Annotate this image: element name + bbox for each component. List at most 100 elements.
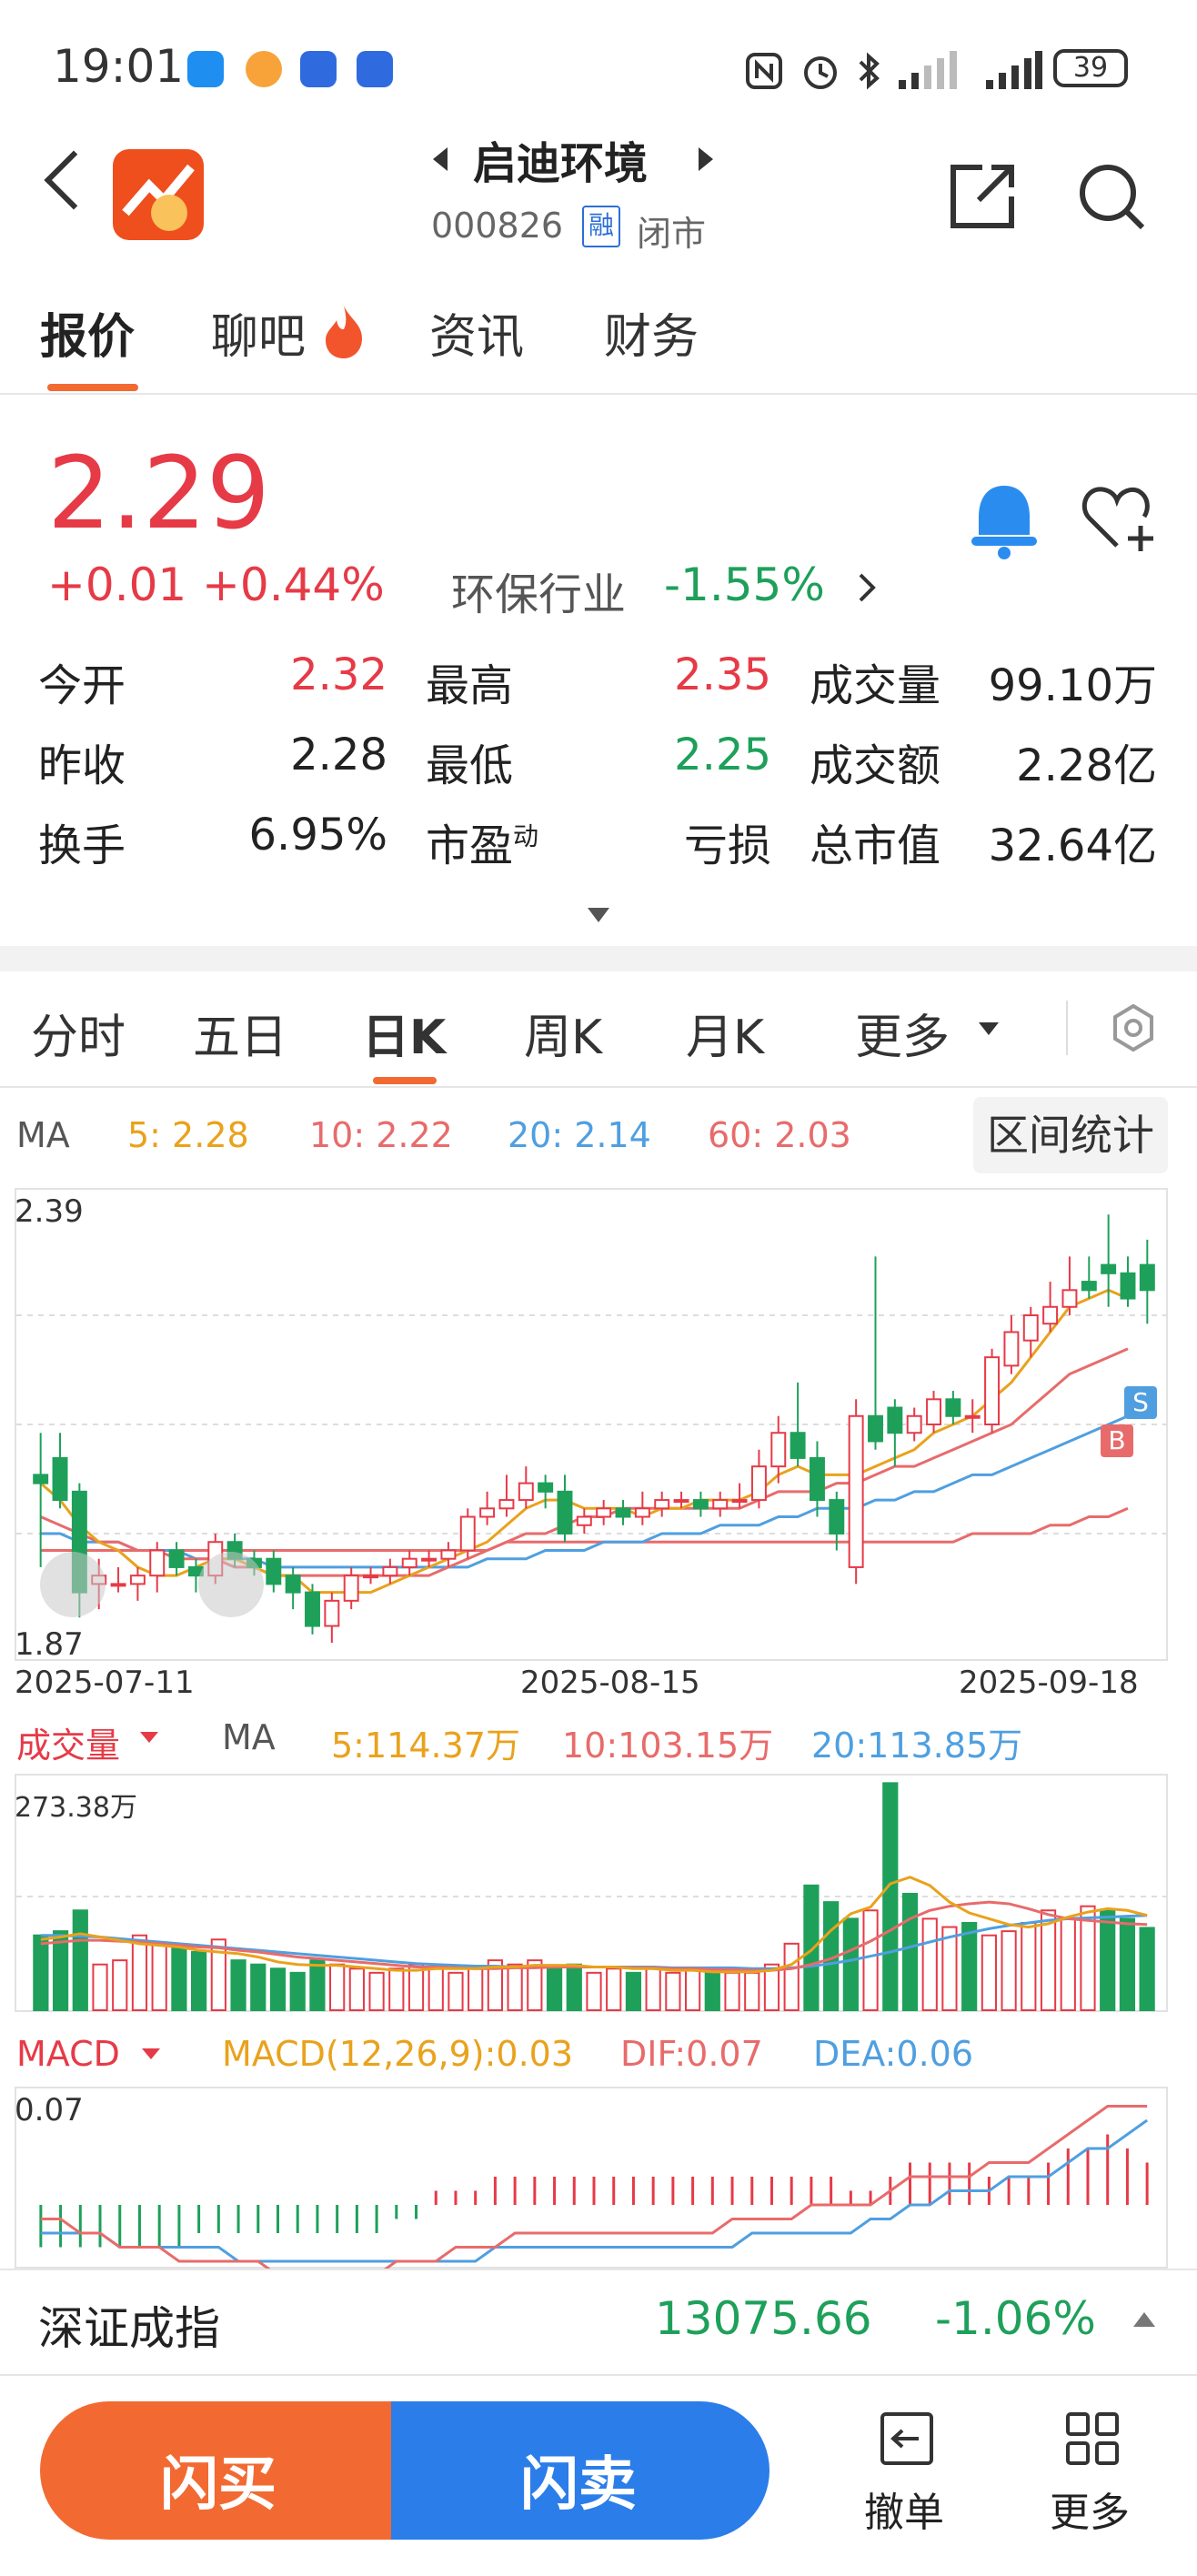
- tab-news[interactable]: 资讯: [429, 298, 524, 367]
- candle-body: [829, 1499, 845, 1535]
- index-bar[interactable]: 深证成指 13075.66 -1.06%: [0, 2269, 1197, 2376]
- expand-arrow-icon[interactable]: [586, 906, 611, 924]
- chart-tab-divider: [0, 1086, 1197, 1088]
- alert-bell-icon[interactable]: [966, 480, 1042, 560]
- app-notification-icon: [246, 51, 282, 87]
- chart-tab-weekly[interactable]: 周K: [524, 999, 602, 1067]
- volume-bar: [1139, 1927, 1155, 2011]
- pe-label-text: 市盈: [426, 820, 514, 871]
- fire-icon: [326, 306, 362, 358]
- volume-ma5: 5:114.37万: [331, 1726, 520, 1766]
- volume-value: 99.10万: [988, 660, 1157, 711]
- back-icon[interactable]: [44, 150, 104, 210]
- nfc-icon: [746, 53, 782, 89]
- chart-settings-icon[interactable]: [1108, 1002, 1159, 1053]
- stock-name: 启迪环境: [473, 138, 649, 189]
- volume-bar: [151, 1942, 167, 2011]
- cancel-order-label[interactable]: 撤单: [864, 2480, 944, 2538]
- prev-close-label: 昨收: [38, 740, 126, 791]
- candle-body: [848, 1414, 864, 1568]
- chart-scroll-right-button[interactable]: [198, 1552, 264, 1617]
- browser-icon: [300, 51, 337, 87]
- tab-finance[interactable]: 财务: [604, 298, 699, 367]
- signal-icon-1: [899, 51, 957, 89]
- market-cap-value: 32.64亿: [988, 820, 1157, 871]
- volume-bar: [961, 1921, 978, 2012]
- vol-ma10-line: [40, 1900, 1148, 1972]
- prev-close-value: 2.28: [290, 730, 387, 780]
- index-name: 深证成指: [38, 2302, 220, 2355]
- industry-label[interactable]: 环保行业: [451, 558, 626, 622]
- more-grid-icon[interactable]: [1064, 2410, 1121, 2467]
- bluetooth-icon: [859, 52, 880, 90]
- cancel-order-icon[interactable]: [879, 2410, 935, 2467]
- candle-body: [1120, 1272, 1136, 1300]
- more-dropdown-icon[interactable]: [977, 1021, 1001, 1039]
- volume-bar: [901, 1892, 919, 2011]
- volume-bar: [191, 1950, 207, 2011]
- industry-change[interactable]: -1.55%: [664, 558, 825, 611]
- candle-body: [168, 1549, 185, 1568]
- open-value: 2.32: [290, 649, 387, 700]
- candle-body: [305, 1591, 320, 1627]
- volume-bar: [921, 1917, 938, 2012]
- volume-bar: [1060, 1917, 1076, 2012]
- volume-bar: [250, 1963, 267, 2011]
- volume-indicator-label[interactable]: 成交量: [16, 1717, 120, 1767]
- margin-badge: 融: [582, 206, 620, 247]
- kline-chart[interactable]: [15, 1188, 1168, 1661]
- search-icon[interactable]: [1075, 160, 1148, 233]
- candle-body: [440, 1549, 457, 1560]
- volume-ma10: 10:103.15万: [562, 1726, 774, 1766]
- candle-body: [324, 1599, 340, 1627]
- candle-body: [887, 1406, 903, 1434]
- chart-scroll-left-button[interactable]: [40, 1552, 106, 1617]
- candle-body: [692, 1499, 709, 1510]
- next-stock-icon[interactable]: [699, 147, 713, 171]
- share-icon[interactable]: [946, 160, 1019, 233]
- volume-bar: [704, 1971, 720, 2012]
- macd-chart[interactable]: [15, 2087, 1168, 2269]
- previous-stock-icon[interactable]: [433, 147, 448, 171]
- volume-bar: [882, 1782, 899, 2011]
- chart-tab-5day[interactable]: 五日: [193, 999, 287, 1067]
- macd-indicator-label[interactable]: MACD: [16, 2034, 120, 2074]
- macd-dropdown-icon[interactable]: [140, 2047, 162, 2063]
- range-stats-button[interactable]: 区间统计: [973, 1097, 1168, 1173]
- expand-up-icon[interactable]: [1132, 2310, 1157, 2329]
- ma10-value: 10: 2.22: [309, 1115, 453, 1155]
- chevron-right-icon[interactable]: [853, 569, 880, 606]
- ma5-value: 5: 2.28: [127, 1115, 249, 1155]
- volume-bar: [783, 1942, 800, 2011]
- candle-body: [459, 1515, 476, 1552]
- active-chart-tab-indicator: [373, 1077, 437, 1084]
- turnover-amount-label: 成交额: [810, 740, 941, 791]
- volume-chart[interactable]: [15, 1774, 1168, 2012]
- globe-icon: [357, 51, 393, 87]
- tab-quote[interactable]: 报价: [40, 298, 135, 367]
- candle-body: [401, 1557, 417, 1568]
- candle-body: [421, 1557, 438, 1562]
- candle-body: [964, 1414, 981, 1419]
- turnover-rate-value: 6.95%: [248, 810, 387, 860]
- chart-tab-monthly[interactable]: 月K: [686, 999, 764, 1067]
- candle-body: [557, 1490, 573, 1535]
- current-price: 2.29: [47, 435, 270, 551]
- candle-body: [770, 1432, 787, 1468]
- volume-bar: [112, 1959, 128, 2011]
- chart-tab-daily[interactable]: 日K: [362, 999, 446, 1067]
- candle-body: [479, 1507, 496, 1518]
- chart-tab-more[interactable]: 更多: [855, 999, 950, 1067]
- vol-ma5-line: [40, 1876, 1148, 1974]
- tab-chat[interactable]: 聊吧: [211, 298, 306, 367]
- volume-bar: [684, 1967, 701, 2011]
- volume-bar: [269, 1967, 287, 2011]
- favorite-add-icon[interactable]: [1081, 482, 1159, 555]
- chart-tab-intraday[interactable]: 分时: [31, 999, 126, 1067]
- candle-body: [868, 1414, 883, 1443]
- more-label[interactable]: 更多: [1050, 2480, 1130, 2538]
- volume-bar: [1001, 1930, 1017, 2011]
- candle-body: [1042, 1305, 1059, 1325]
- candle-body: [926, 1398, 942, 1426]
- volume-dropdown-icon[interactable]: [138, 1730, 160, 1746]
